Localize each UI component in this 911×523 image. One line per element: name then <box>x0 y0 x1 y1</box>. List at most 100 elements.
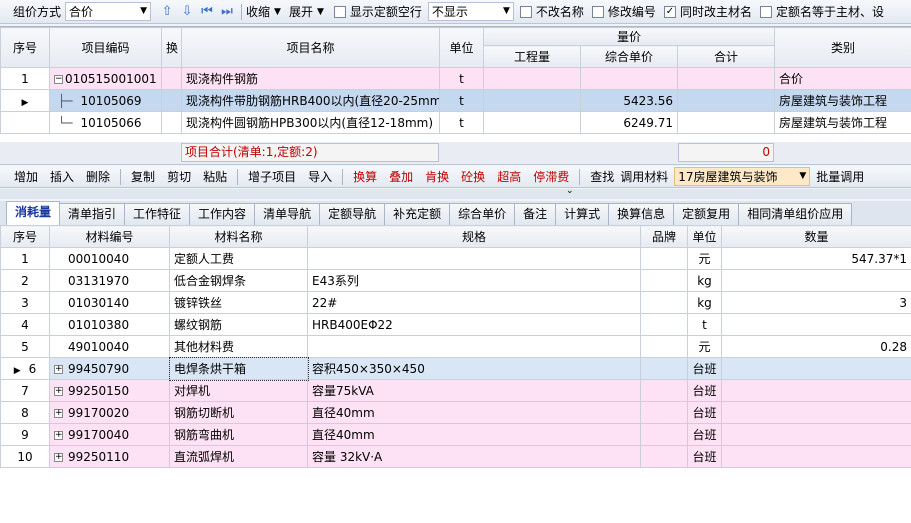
col-total[interactable]: 合计 <box>676 45 776 68</box>
row-seq-value: 9 <box>21 427 29 442</box>
tab-work-features[interactable]: 工作特征 <box>124 203 191 225</box>
table-row[interactable]: ▶ 6 +99450790 电焊条烘干箱 容积450×350×450 台班 <box>0 356 911 381</box>
col-material-name[interactable]: 材料名称 <box>169 225 308 248</box>
row-material-name: 钢筋切断机 <box>169 401 308 424</box>
expand-node-icon[interactable]: + <box>54 430 63 440</box>
add-button[interactable]: 增加 <box>0 168 44 185</box>
row-seq-value: 7 <box>21 383 29 398</box>
row-category: 房屋建筑与装饰工程 <box>774 89 911 112</box>
table-row[interactable]: 1 −010515001001 现浇构件钢筋 t 合价 <box>0 67 911 90</box>
table-row[interactable]: 10 +99250110 直流弧焊机 容量 32kV·A 台班 <box>0 445 911 468</box>
quota-name-equal-checkbox[interactable]: 定额名等于主材、设 <box>759 3 884 20</box>
show-quota-row-checkbox[interactable]: 显示定额空行 <box>333 3 422 20</box>
col-seq[interactable]: 序号 <box>0 27 50 68</box>
expand-node-icon[interactable]: + <box>54 408 63 418</box>
tab-formula[interactable]: 计算式 <box>555 203 610 225</box>
col-quantity[interactable]: 工程量 <box>483 45 581 68</box>
tab-unit-price[interactable]: 综合单价 <box>449 203 516 225</box>
batch-call-button[interactable]: 批量调用 <box>810 168 870 185</box>
table-row[interactable]: 4 01010380 螺纹钢筋 HRB400EΦ22 t <box>0 313 911 336</box>
tab-conversion-info[interactable]: 换算信息 <box>608 203 675 225</box>
overlay-button[interactable]: 叠加 <box>383 168 419 185</box>
delete-button[interactable]: 删除 <box>80 168 116 185</box>
tab-quota-reuse[interactable]: 定额复用 <box>673 203 740 225</box>
cut-button[interactable]: 剪切 <box>161 168 197 185</box>
table-row[interactable]: ▶ ├─ 10105069 现浇构件带肋钢筋HRB400以内(直径20-25mm)… <box>0 89 911 112</box>
tab-work-content[interactable]: 工作内容 <box>189 203 256 225</box>
row-material-code-value: 99450790 <box>68 361 130 376</box>
move-top-icon[interactable]: ⇧ <box>157 2 177 22</box>
col-quantity[interactable]: 数量 <box>721 225 911 248</box>
col-seq[interactable]: 序号 <box>0 225 50 248</box>
table-row[interactable]: 2 03131970 低合金钢焊条 E43系列 kg <box>0 269 911 292</box>
col-spec[interactable]: 规格 <box>307 225 641 248</box>
import-button[interactable]: 导入 <box>302 168 338 185</box>
row-quantity <box>483 111 581 134</box>
col-unit-price[interactable]: 综合单价 <box>580 45 678 68</box>
panel-splitter[interactable]: ⌄ <box>0 186 911 199</box>
row-brand <box>640 401 688 424</box>
find-button[interactable]: 查找 <box>584 168 620 185</box>
col-brand[interactable]: 品牌 <box>640 225 688 248</box>
collapse-dropdown-icon[interactable]: ▼ <box>274 7 281 17</box>
table-row[interactable]: 8 +99170020 钢筋切断机 直径40mm 台班 <box>0 401 911 424</box>
col-unit[interactable]: 单位 <box>687 225 722 248</box>
row-name: 现浇构件圆钢筋HPB300以内(直径12-18mm) <box>181 111 440 134</box>
table-row[interactable]: 9 +99170040 钢筋弯曲机 直径40mm 台班 <box>0 423 911 446</box>
group-mode-select[interactable]: 合价 ▼ <box>65 2 152 21</box>
dropdown-arrow-icon: ▼ <box>799 171 807 181</box>
summary-value: 0 <box>678 143 774 162</box>
paste-button[interactable]: 粘贴 <box>197 168 233 185</box>
delay-fee-button[interactable]: 停滞费 <box>527 168 575 185</box>
col-unit[interactable]: 单位 <box>439 27 484 68</box>
concrete-swap-button[interactable]: 砼换 <box>455 168 491 185</box>
sync-material-checkbox[interactable]: ✓ 同时改主材名 <box>663 3 752 20</box>
expand-dropdown-icon[interactable]: ▼ <box>317 7 324 17</box>
modify-code-checkbox[interactable]: 修改编号 <box>591 3 656 20</box>
col-material-code[interactable]: 材料编号 <box>49 225 170 248</box>
col-category[interactable]: 类别 <box>774 27 911 68</box>
display-select[interactable]: 不显示 ▼ <box>427 2 514 21</box>
tab-quota-navigation[interactable]: 定额导航 <box>319 203 386 225</box>
no-rename-checkbox[interactable]: 不改名称 <box>519 3 584 20</box>
copy-button[interactable]: 复制 <box>125 168 161 185</box>
collapse-button[interactable]: 收缩 <box>246 3 270 20</box>
row-seq-value: 4 <box>21 317 29 332</box>
col-name[interactable]: 项目名称 <box>181 27 440 68</box>
tab-list-guide[interactable]: 清单指引 <box>59 203 126 225</box>
row-spec: 直径40mm <box>307 423 641 446</box>
super-height-button[interactable]: 超高 <box>491 168 527 185</box>
conversion-button[interactable]: 换算 <box>347 168 383 185</box>
last-icon[interactable]: ⏭ <box>217 2 237 22</box>
expand-button[interactable]: 展开 <box>289 3 313 20</box>
row-swap <box>161 111 182 134</box>
table-row[interactable]: 7 +99250150 对焊机 容量75kVA 台班 <box>0 379 911 402</box>
col-swap[interactable]: 换 <box>161 27 182 68</box>
collapse-node-icon[interactable]: − <box>54 74 63 84</box>
table-row[interactable]: 1 00010040 定额人工费 元 547.37*1 <box>0 247 911 270</box>
row-seq-value: 2 <box>21 273 29 288</box>
expand-node-icon[interactable]: + <box>54 386 63 396</box>
col-code[interactable]: 项目编码 <box>49 27 162 68</box>
meat-swap-button[interactable]: 肯换 <box>419 168 455 185</box>
row-material-name: 电焊条烘干箱 <box>168 356 309 381</box>
table-row[interactable]: 3 01030140 镀锌铁丝 22# kg 3 <box>0 291 911 314</box>
expand-node-icon[interactable]: + <box>54 364 63 374</box>
first-icon[interactable]: ⏮ <box>197 2 217 22</box>
table-row[interactable]: 5 49010040 其他材料费 元 0.28 <box>0 335 911 358</box>
tab-same-list-pricing[interactable]: 相同清单组价应用 <box>738 203 853 225</box>
tab-list-navigation[interactable]: 清单导航 <box>254 203 321 225</box>
add-subitem-button[interactable]: 增子项目 <box>242 168 302 185</box>
material-library-select[interactable]: 17房屋建筑与装饰 ▼ <box>674 167 811 186</box>
chevron-down-icon[interactable]: ⌄ <box>566 186 574 196</box>
expand-node-icon[interactable]: + <box>54 452 63 462</box>
table-row[interactable]: └─ 10105066 现浇构件圆钢筋HPB300以内(直径12-18mm) t … <box>0 111 911 134</box>
row-unit: 台班 <box>687 401 722 424</box>
tab-supplementary-quota[interactable]: 补充定额 <box>384 203 451 225</box>
insert-button[interactable]: 插入 <box>44 168 80 185</box>
tab-consumption[interactable]: 消耗量 <box>6 201 61 225</box>
tab-remarks[interactable]: 备注 <box>514 203 557 225</box>
move-down-icon[interactable]: ⇩ <box>177 2 197 22</box>
row-material-name: 螺纹钢筋 <box>169 313 308 336</box>
current-row-icon: ▶ <box>13 365 21 376</box>
